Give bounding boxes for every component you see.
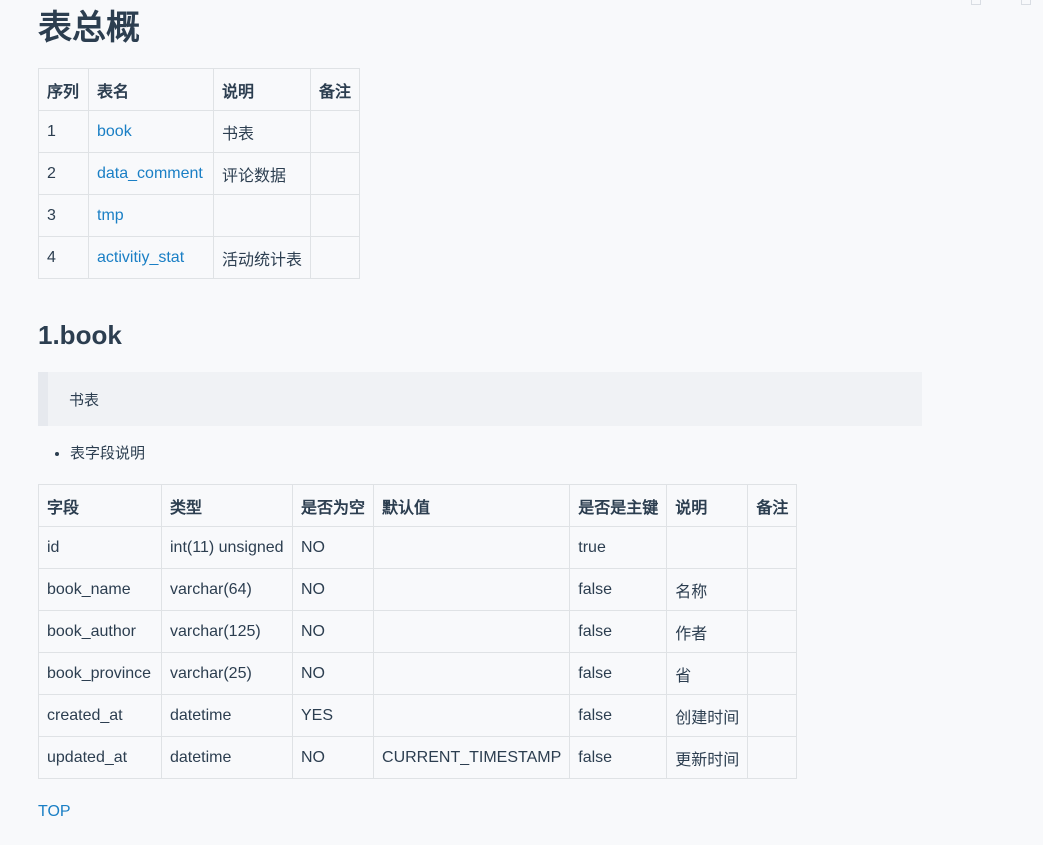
quote-text: 书表 xyxy=(69,391,100,409)
window-corner-decoration xyxy=(971,0,1031,5)
field-nullable: NO xyxy=(291,568,375,611)
field-desc: 名称 xyxy=(666,568,749,611)
field-nullable: YES xyxy=(291,694,375,737)
field-note xyxy=(747,610,798,653)
section-title: 1.book xyxy=(38,320,122,350)
field-name: book_author xyxy=(38,610,162,653)
table-row: book_author varchar(125) NO false 作者 xyxy=(38,610,798,653)
field-nullable: NO xyxy=(291,526,375,569)
overview-name-cell: data_comment xyxy=(88,152,214,195)
overview-seq: 4 xyxy=(38,236,89,279)
field-default xyxy=(373,526,571,569)
fields-header-primary-key: 是否是主键 xyxy=(569,484,668,527)
overview-note xyxy=(310,194,361,237)
overview-note xyxy=(310,236,361,279)
fields-header-desc: 说明 xyxy=(666,484,749,527)
field-type: varchar(64) xyxy=(161,568,293,611)
overview-note xyxy=(310,152,361,195)
field-primary-key: false xyxy=(569,694,668,737)
overview-seq: 1 xyxy=(38,110,89,153)
fields-header-row: 字段 类型 是否为空 默认值 是否是主键 说明 备注 xyxy=(38,484,798,527)
field-nullable: NO xyxy=(291,736,375,779)
overview-seq: 3 xyxy=(38,194,89,237)
overview-desc xyxy=(212,194,312,237)
field-desc: 创建时间 xyxy=(666,694,749,737)
field-desc: 作者 xyxy=(666,610,749,653)
field-name: book_name xyxy=(38,568,162,611)
field-primary-key: false xyxy=(569,568,668,611)
overview-header-seq: 序列 xyxy=(38,68,89,111)
field-nullable: NO xyxy=(291,652,375,695)
field-type: datetime xyxy=(161,694,293,737)
table-link-tmp[interactable]: tmp xyxy=(97,207,124,224)
field-note xyxy=(747,568,798,611)
field-primary-key: true xyxy=(569,526,668,569)
field-note xyxy=(747,652,798,695)
field-default xyxy=(373,568,571,611)
corner-mark xyxy=(1021,0,1031,5)
table-link-activitiy-stat[interactable]: activitiy_stat xyxy=(97,249,184,266)
overview-desc: 活动统计表 xyxy=(212,236,312,279)
fields-header-type: 类型 xyxy=(161,484,293,527)
page-title: 表总概 xyxy=(38,9,140,47)
field-default: CURRENT_TIMESTAMP xyxy=(373,736,571,779)
field-desc xyxy=(666,526,749,569)
field-note xyxy=(747,694,798,737)
field-primary-key: false xyxy=(569,652,668,695)
table-row: updated_at datetime NO CURRENT_TIMESTAMP… xyxy=(38,736,798,779)
table-row: id int(11) unsigned NO true xyxy=(38,526,798,569)
overview-desc: 评论数据 xyxy=(212,152,312,195)
overview-header-row: 序列 表名 说明 备注 xyxy=(38,68,361,111)
overview-desc: 书表 xyxy=(212,110,312,153)
overview-name-cell: book xyxy=(88,110,214,153)
fields-header-default: 默认值 xyxy=(373,484,571,527)
table-link-book[interactable]: book xyxy=(97,123,132,140)
bullet-list: 表字段说明 xyxy=(38,444,1043,464)
field-note xyxy=(747,526,798,569)
field-default xyxy=(373,694,571,737)
field-primary-key: false xyxy=(569,736,668,779)
fields-table: 字段 类型 是否为空 默认值 是否是主键 说明 备注 id int(11) un… xyxy=(38,484,798,779)
table-description-quote: 书表 xyxy=(38,372,922,426)
corner-mark xyxy=(971,0,981,5)
overview-name-cell: tmp xyxy=(88,194,214,237)
field-primary-key: false xyxy=(569,610,668,653)
table-row: 4 activitiy_stat 活动统计表 xyxy=(38,236,361,279)
page: 表总概 序列 表名 说明 备注 1 book 书表 2 data_comment… xyxy=(0,0,1043,845)
field-name: created_at xyxy=(38,694,162,737)
table-row: book_name varchar(64) NO false 名称 xyxy=(38,568,798,611)
overview-note xyxy=(310,110,361,153)
field-note xyxy=(747,736,798,779)
fields-header-note: 备注 xyxy=(747,484,798,527)
field-type: int(11) unsigned xyxy=(161,526,293,569)
table-row: 1 book 书表 xyxy=(38,110,361,153)
table-row: 3 tmp xyxy=(38,194,361,237)
fields-header-nullable: 是否为空 xyxy=(291,484,375,527)
field-nullable: NO xyxy=(291,610,375,653)
field-type: varchar(125) xyxy=(161,610,293,653)
table-row: 2 data_comment 评论数据 xyxy=(38,152,361,195)
overview-header-desc: 说明 xyxy=(212,68,312,111)
table-row: created_at datetime YES false 创建时间 xyxy=(38,694,798,737)
field-default xyxy=(373,652,571,695)
overview-name-cell: activitiy_stat xyxy=(88,236,214,279)
overview-header-name: 表名 xyxy=(88,68,214,111)
field-type: varchar(25) xyxy=(161,652,293,695)
field-type: datetime xyxy=(161,736,293,779)
overview-header-note: 备注 xyxy=(310,68,361,111)
overview-seq: 2 xyxy=(38,152,89,195)
list-item: 表字段说明 xyxy=(70,444,1043,464)
table-link-data-comment[interactable]: data_comment xyxy=(97,165,203,182)
field-default xyxy=(373,610,571,653)
overview-table: 序列 表名 说明 备注 1 book 书表 2 data_comment 评论数… xyxy=(38,68,361,279)
field-name: book_province xyxy=(38,652,162,695)
top-link[interactable]: TOP xyxy=(38,803,71,821)
field-desc: 省 xyxy=(666,652,749,695)
field-name: id xyxy=(38,526,162,569)
field-desc: 更新时间 xyxy=(666,736,749,779)
table-row: book_province varchar(25) NO false 省 xyxy=(38,652,798,695)
field-name: updated_at xyxy=(38,736,162,779)
fields-header-field: 字段 xyxy=(38,484,162,527)
